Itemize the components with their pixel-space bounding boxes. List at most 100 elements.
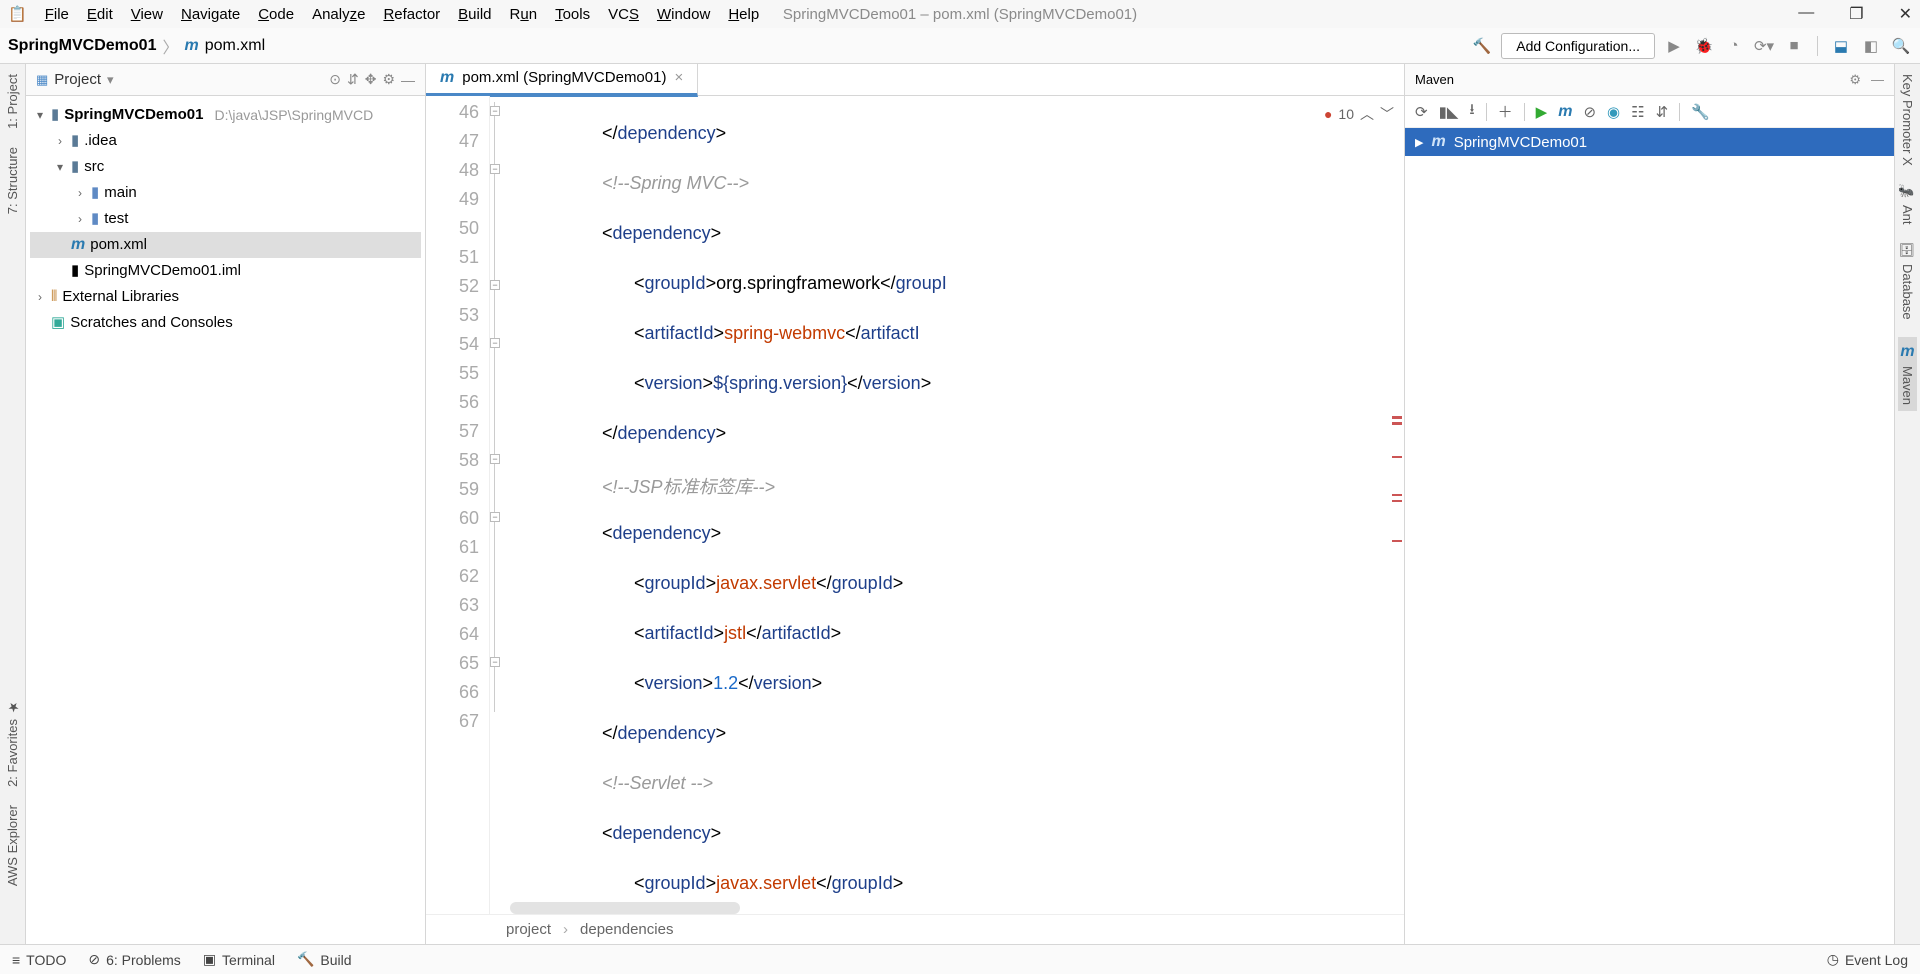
gear-icon[interactable]: ⚙ bbox=[1849, 72, 1861, 88]
rail-structure[interactable]: 7: Structure bbox=[5, 147, 20, 214]
menu-code[interactable]: Code bbox=[258, 6, 294, 23]
search-icon[interactable]: 🔍 bbox=[1890, 35, 1912, 57]
project-tree: ▾▮SpringMVCDemo01D:\java\JSP\SpringMVCD … bbox=[26, 96, 425, 342]
rail-database[interactable]: 🗄Database bbox=[1900, 242, 1915, 319]
gutter-fold[interactable]: − − − − − − − bbox=[490, 96, 510, 914]
rail-ant[interactable]: 🐜Ant bbox=[1900, 184, 1915, 224]
run-icon[interactable]: ▶ bbox=[1663, 35, 1685, 57]
collapse-icon[interactable]: ⇵ bbox=[347, 71, 359, 88]
fold-icon[interactable]: − bbox=[490, 338, 500, 348]
status-todo[interactable]: ≡TODO bbox=[12, 952, 66, 968]
status-terminal[interactable]: ▣Terminal bbox=[203, 951, 275, 968]
hide-icon[interactable]: — bbox=[1871, 72, 1884, 87]
error-count: 10 bbox=[1338, 106, 1354, 122]
tree-root[interactable]: ▾▮SpringMVCDemo01D:\java\JSP\SpringMVCD bbox=[30, 102, 421, 128]
status-problems[interactable]: ⊘6: Problems bbox=[88, 951, 180, 968]
add-configuration-button[interactable]: Add Configuration... bbox=[1501, 33, 1655, 59]
error-stripe[interactable] bbox=[1390, 96, 1402, 914]
menu-edit[interactable]: Edit bbox=[87, 6, 113, 23]
run-icon[interactable]: ▶ bbox=[1536, 103, 1548, 121]
fold-icon[interactable]: − bbox=[490, 280, 500, 290]
collapse-all-icon[interactable]: ⇵ bbox=[1656, 103, 1669, 121]
maven-project-label: SpringMVCDemo01 bbox=[1454, 134, 1587, 151]
hammer-icon[interactable]: 🔨 bbox=[1471, 35, 1493, 57]
window-maximize[interactable]: ❐ bbox=[1849, 4, 1863, 24]
gear-icon[interactable]: ⚙ bbox=[382, 71, 395, 88]
prev-error[interactable]: ︿ bbox=[1360, 104, 1374, 124]
rail-keypromoter[interactable]: Key Promoter X bbox=[1900, 74, 1915, 166]
tree-external-libraries[interactable]: ›⫴External Libraries bbox=[30, 284, 421, 310]
fold-icon[interactable]: − bbox=[490, 657, 500, 667]
maven-project-item[interactable]: ▶ m SpringMVCDemo01 bbox=[1405, 128, 1894, 156]
left-tool-rail: 1: Project 7: Structure 2: Favorites★ AW… bbox=[0, 64, 26, 944]
code-content[interactable]: </dependency> <!--Spring MVC--> <depende… bbox=[510, 96, 1404, 914]
inspection-widget[interactable]: ● 10 ︿ ﹀ bbox=[1324, 104, 1394, 124]
maven-panel-header: Maven ⚙ — bbox=[1405, 64, 1894, 96]
fold-icon[interactable]: − bbox=[490, 454, 500, 464]
show-deps-icon[interactable]: ☷ bbox=[1631, 103, 1644, 121]
menu-navigate[interactable]: Navigate bbox=[181, 6, 240, 23]
hide-icon[interactable]: — bbox=[401, 72, 415, 88]
skip-tests-icon[interactable]: ⊘ bbox=[1583, 103, 1596, 121]
status-build[interactable]: 🔨Build bbox=[297, 951, 352, 968]
menu-refactor[interactable]: Refactor bbox=[383, 6, 440, 23]
tree-test[interactable]: ›▮test bbox=[30, 206, 421, 232]
menu-help[interactable]: Help bbox=[728, 6, 759, 23]
maven-icon[interactable]: m bbox=[1558, 103, 1572, 121]
menu-build[interactable]: Build bbox=[458, 6, 491, 23]
fold-icon[interactable]: − bbox=[490, 512, 500, 522]
tree-main[interactable]: ›▮main bbox=[30, 180, 421, 206]
tree-idea[interactable]: ›▮.idea bbox=[30, 128, 421, 154]
tab-pom[interactable]: m pom.xml (SpringMVCDemo01) × bbox=[426, 63, 698, 97]
git-icon[interactable]: ⬓ bbox=[1830, 35, 1852, 57]
rail-aws[interactable]: AWS Explorer bbox=[5, 805, 20, 886]
profile-icon[interactable]: ⟳▾ bbox=[1753, 35, 1775, 57]
rail-project[interactable]: 1: Project bbox=[5, 74, 20, 129]
project-panel-header: ▦ Project ▾ ⊙ ⇵ ✥ ⚙ — bbox=[26, 64, 425, 96]
breadcrumb-file[interactable]: pom.xml bbox=[205, 37, 265, 55]
layout-icon[interactable]: ◧ bbox=[1860, 35, 1882, 57]
tree-pom[interactable]: mpom.xml bbox=[30, 232, 421, 258]
close-icon[interactable]: × bbox=[674, 69, 683, 86]
wrench-icon[interactable]: 🔧 bbox=[1691, 103, 1710, 121]
maven-icon: m bbox=[440, 69, 454, 87]
tree-src[interactable]: ▾▮src bbox=[30, 154, 421, 180]
menu-vcs[interactable]: VCS bbox=[608, 6, 639, 23]
titlebar: 📋 File Edit View Navigate Code Analyze R… bbox=[0, 0, 1920, 28]
window-title: SpringMVCDemo01 – pom.xml (SpringMVCDemo… bbox=[783, 6, 1137, 23]
fold-icon[interactable]: − bbox=[490, 164, 500, 174]
reload-icon[interactable]: ⟳ bbox=[1415, 103, 1428, 121]
structure-breadcrumbs: project › dependencies bbox=[426, 914, 1404, 944]
crumb-dependencies[interactable]: dependencies bbox=[580, 921, 673, 938]
menu-analyze[interactable]: Analyze bbox=[312, 6, 365, 23]
offline-icon[interactable]: ◉ bbox=[1607, 103, 1620, 121]
next-error[interactable]: ﹀ bbox=[1380, 104, 1394, 124]
fold-icon[interactable]: − bbox=[490, 106, 500, 116]
add-icon[interactable]: ＋ bbox=[1498, 101, 1513, 122]
menu-tools[interactable]: Tools bbox=[555, 6, 590, 23]
editor-area: m pom.xml (SpringMVCDemo01) × ● 10 ︿ ﹀ 4… bbox=[426, 64, 1404, 944]
menu-file[interactable]: File bbox=[45, 6, 69, 23]
menu-view[interactable]: View bbox=[131, 6, 163, 23]
maven-icon: m bbox=[184, 37, 198, 55]
menu-window[interactable]: Window bbox=[657, 6, 710, 23]
status-eventlog[interactable]: ◷Event Log bbox=[1827, 951, 1908, 968]
editor[interactable]: ● 10 ︿ ﹀ 4647484950515253545556575859606… bbox=[426, 96, 1404, 914]
window-close[interactable]: ✕ bbox=[1899, 4, 1912, 24]
menu-run[interactable]: Run bbox=[510, 6, 538, 23]
locate-icon[interactable]: ⊙ bbox=[329, 71, 341, 88]
rail-maven[interactable]: mMaven bbox=[1898, 337, 1917, 411]
window-minimize[interactable]: — bbox=[1798, 4, 1814, 24]
download-icon[interactable]: ⭳ bbox=[1469, 99, 1474, 124]
stop-icon[interactable]: ■ bbox=[1783, 35, 1805, 57]
tree-iml[interactable]: ▮SpringMVCDemo01.iml bbox=[30, 258, 421, 284]
generate-sources-icon[interactable]: ▮◣ bbox=[1439, 103, 1459, 121]
debug-icon[interactable]: 🐞 bbox=[1693, 35, 1715, 57]
crumb-project[interactable]: project bbox=[506, 921, 551, 938]
tree-scratches[interactable]: ▣Scratches and Consoles bbox=[30, 310, 421, 336]
settings-icon[interactable]: ✥ bbox=[365, 71, 377, 88]
horizontal-scrollbar[interactable] bbox=[510, 902, 740, 914]
coverage-icon[interactable]: ◔ bbox=[1723, 35, 1745, 57]
rail-favorites[interactable]: 2: Favorites★ bbox=[5, 699, 20, 787]
breadcrumb-root[interactable]: SpringMVCDemo01 bbox=[8, 37, 156, 55]
